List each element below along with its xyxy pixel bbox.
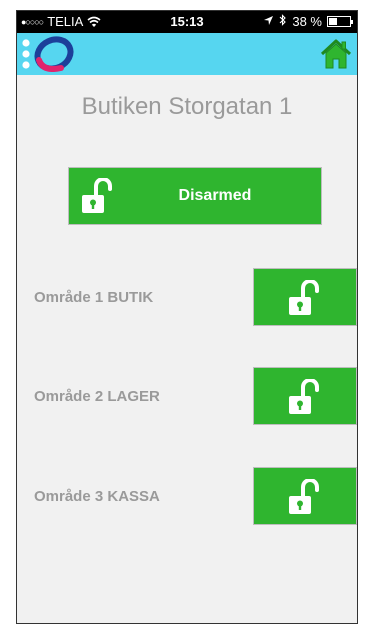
area-3-label: Område 3 KASSA [34,488,160,505]
app-header [17,33,357,75]
home-icon[interactable] [319,37,353,71]
location-arrow-icon [263,14,274,29]
page-title: Butiken Storgatan 1 [81,93,293,120]
status-bar: ●○○○○ TELIA 15:13 38 % [17,11,357,33]
battery-icon [327,16,353,27]
brand-logo-icon [21,36,79,72]
battery-percentage: 38 % [292,14,322,29]
area-2-lock-button[interactable] [253,367,357,425]
battery-tip [351,20,353,24]
area-2-label: Område 2 LAGER [34,388,160,405]
disarmed-status-button[interactable]: Disarmed [68,167,322,225]
unlocked-padlock-icon [288,378,322,415]
unlocked-padlock-icon [288,478,322,515]
phone-screen: ●○○○○ TELIA 15:13 38 % Butiken Storgatan… [16,10,358,624]
area-1-label: Område 1 BUTIK [34,289,154,306]
area-1-lock-button[interactable] [253,268,357,326]
area-3-lock-button[interactable] [253,467,357,525]
disarmed-label: Disarmed [178,187,252,204]
status-right: 38 % [263,14,353,29]
unlocked-padlock-icon [288,279,322,316]
battery-fill [329,18,337,25]
bluetooth-icon [279,14,287,29]
